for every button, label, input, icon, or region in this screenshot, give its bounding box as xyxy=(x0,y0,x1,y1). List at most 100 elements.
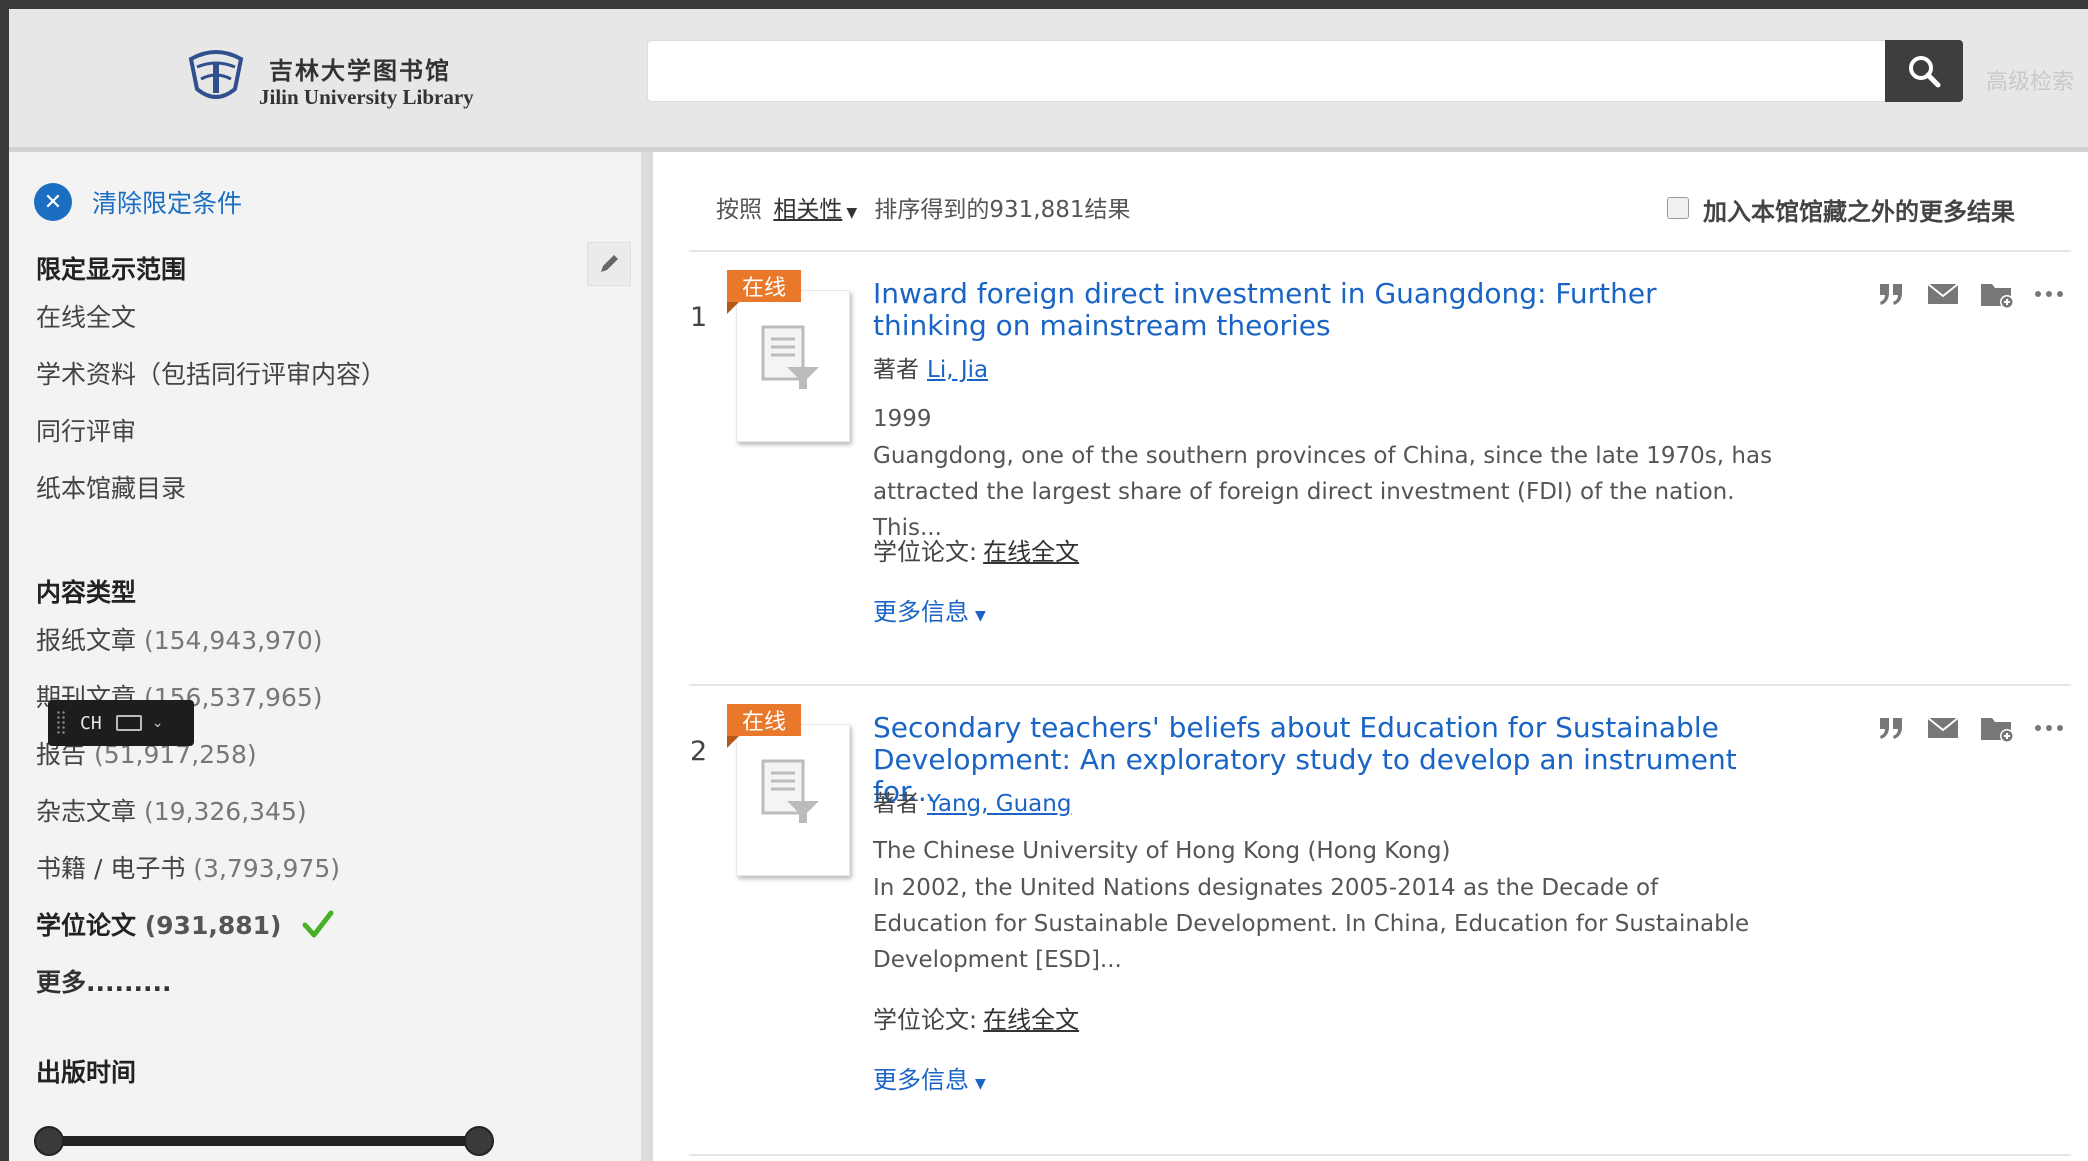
content-type-label: 报纸文章 xyxy=(36,626,137,655)
content-type-count: (931,881) xyxy=(144,911,282,940)
search-button[interactable] xyxy=(1885,40,1963,102)
ime-language-label: CH xyxy=(80,712,102,734)
email-button[interactable] xyxy=(1923,708,1963,748)
content-type-item[interactable]: 杂志文章 (19,326,345) xyxy=(36,792,307,828)
edit-filters-button[interactable] xyxy=(587,242,631,286)
save-button[interactable] xyxy=(1977,708,2017,748)
content-type-count: (19,326,345) xyxy=(143,797,307,826)
pubdate-heading: 出版时间 xyxy=(36,1058,137,1087)
content-type-more-link[interactable]: 更多......... xyxy=(36,963,171,999)
chevron-down-icon[interactable]: ▼ xyxy=(846,205,857,221)
ime-toolbar[interactable]: CH ⌄ xyxy=(48,700,194,746)
availability-link[interactable]: 在线全文 xyxy=(983,1006,1079,1034)
result-number: 2 xyxy=(690,736,708,767)
expand-results-label[interactable]: 加入本馆馆藏之外的更多结果 xyxy=(1703,192,2015,227)
content-type-item[interactable]: 书籍 / 电子书 (3,793,975) xyxy=(36,849,340,885)
availability-link[interactable]: 在线全文 xyxy=(983,538,1079,566)
availability-row: 学位论文: 在线全文 xyxy=(873,1000,1079,1035)
checkmark-icon xyxy=(302,910,334,938)
results-divider xyxy=(689,250,2071,252)
content-type-count: (3,793,975) xyxy=(193,854,341,883)
content-type-count: (154,943,970) xyxy=(143,626,323,655)
expand-results-checkbox[interactable] xyxy=(1667,197,1689,219)
email-icon xyxy=(1927,717,1959,738)
content-type-item[interactable]: 报纸文章 (154,943,970) xyxy=(36,621,323,657)
content-type-item-active[interactable]: 学位论文 (931,881) xyxy=(36,906,334,942)
badge-tail xyxy=(727,736,739,748)
ime-grip-handle[interactable] xyxy=(56,710,66,736)
advanced-search-link[interactable]: 高级检索 xyxy=(1986,64,2074,96)
folder-add-icon xyxy=(1981,718,2014,743)
result-number: 1 xyxy=(690,302,708,333)
result-abstract: Guangdong, one of the southern provinces… xyxy=(873,443,1773,541)
more-actions-button[interactable] xyxy=(2029,708,2069,748)
library-logo[interactable]: 吉林大学图书馆 Jilin University Library xyxy=(185,37,485,117)
availability-label: 学位论文: xyxy=(873,1006,978,1034)
cite-button[interactable] xyxy=(1871,708,1911,748)
result-thumbnail[interactable] xyxy=(736,724,850,876)
ellipsis-icon xyxy=(2035,725,2063,731)
document-icon xyxy=(761,325,819,389)
pubdate-range-slider[interactable] xyxy=(34,1126,494,1156)
result-actions xyxy=(1871,708,2071,748)
sort-select[interactable]: 相关性 xyxy=(773,197,842,223)
more-actions-button[interactable] xyxy=(2029,274,2069,314)
slider-handle-max[interactable] xyxy=(464,1126,494,1156)
author-link[interactable]: Yang, Guang xyxy=(927,791,1071,817)
quote-icon xyxy=(1880,284,1902,305)
sidebar-divider xyxy=(641,152,653,1161)
search-icon xyxy=(1909,56,1941,88)
filter-sidebar: ✕ 清除限定条件 限定显示范围 在线全文 学术资料（包括同行评审内容） 同行评审… xyxy=(9,152,641,1161)
logo-text-cn: 吉林大学图书馆 xyxy=(269,56,451,85)
filter-peer-reviewed[interactable]: 同行评审 xyxy=(36,412,136,448)
folder-add-icon xyxy=(1981,284,2014,309)
email-icon xyxy=(1927,283,1959,304)
result-item: 1 在线 Inward foreign direct investment in… xyxy=(653,270,2088,626)
search-input[interactable] xyxy=(648,41,1891,101)
quote-icon xyxy=(1880,718,1902,739)
email-button[interactable] xyxy=(1923,274,1963,314)
filter-print-catalog[interactable]: 纸本馆藏目录 xyxy=(36,469,186,505)
chevron-down-icon[interactable]: ⌄ xyxy=(152,715,164,731)
online-badge: 在线 xyxy=(727,270,801,302)
save-button[interactable] xyxy=(1977,274,2017,314)
result-actions xyxy=(1871,274,2071,314)
results-panel: 按照 相关性 ▼ 排序得到的931,881结果 加入本馆馆藏之外的更多结果 1 在… xyxy=(653,152,2088,1161)
availability-label: 学位论文: xyxy=(873,538,978,566)
result-publisher: The Chinese University of Hong Kong (Hon… xyxy=(873,838,1451,864)
sort-prefix: 按照 xyxy=(716,197,762,223)
results-divider xyxy=(689,1154,2071,1156)
content-type-label: 杂志文章 xyxy=(36,797,137,826)
clear-filters-label: 清除限定条件 xyxy=(92,189,243,218)
show-only-heading: 限定显示范围 xyxy=(36,255,187,284)
content-type-label: 书籍 / 电子书 xyxy=(36,854,186,883)
pencil-icon xyxy=(601,255,618,272)
sort-bar: 按照 相关性 ▼ 排序得到的931,881结果 xyxy=(716,190,1131,224)
more-info-label: 更多信息 xyxy=(873,1066,969,1094)
badge-tail xyxy=(727,302,739,314)
result-title-link[interactable]: Inward foreign direct investment in Guan… xyxy=(873,278,1753,342)
filter-scholarly[interactable]: 学术资料（包括同行评审内容） xyxy=(36,355,386,391)
slider-handle-min[interactable] xyxy=(34,1126,64,1156)
header: 吉林大学图书馆 Jilin University Library 高级检索 xyxy=(9,9,2088,152)
page: 吉林大学图书馆 Jilin University Library 高级检索 ✕ … xyxy=(9,9,2088,1161)
cite-button[interactable] xyxy=(1871,274,1911,314)
more-info-toggle[interactable]: 更多信息 ▼ xyxy=(873,592,996,627)
author-link[interactable]: Li, Jia xyxy=(927,357,988,383)
result-thumbnail[interactable] xyxy=(736,290,850,442)
author-row: 著者 Yang, Guang xyxy=(873,784,1071,818)
chevron-down-icon: ▼ xyxy=(975,1076,986,1092)
keyboard-icon[interactable] xyxy=(115,715,142,731)
result-year: 1999 xyxy=(873,406,932,432)
filter-online-fulltext[interactable]: 在线全文 xyxy=(36,298,136,334)
result-abstract: In 2002, the United Nations designates 2… xyxy=(873,875,1750,973)
clear-filters-button[interactable]: ✕ 清除限定条件 xyxy=(34,182,242,222)
logo-text-en: Jilin University Library xyxy=(259,85,474,109)
slider-track xyxy=(46,1136,476,1146)
more-info-toggle[interactable]: 更多信息 ▼ xyxy=(873,1060,996,1095)
chevron-down-icon: ▼ xyxy=(975,608,986,624)
ellipsis-icon xyxy=(2035,291,2063,297)
search-box xyxy=(647,40,1892,102)
author-label: 著者 xyxy=(873,357,919,383)
author-label: 著者 xyxy=(873,791,919,817)
